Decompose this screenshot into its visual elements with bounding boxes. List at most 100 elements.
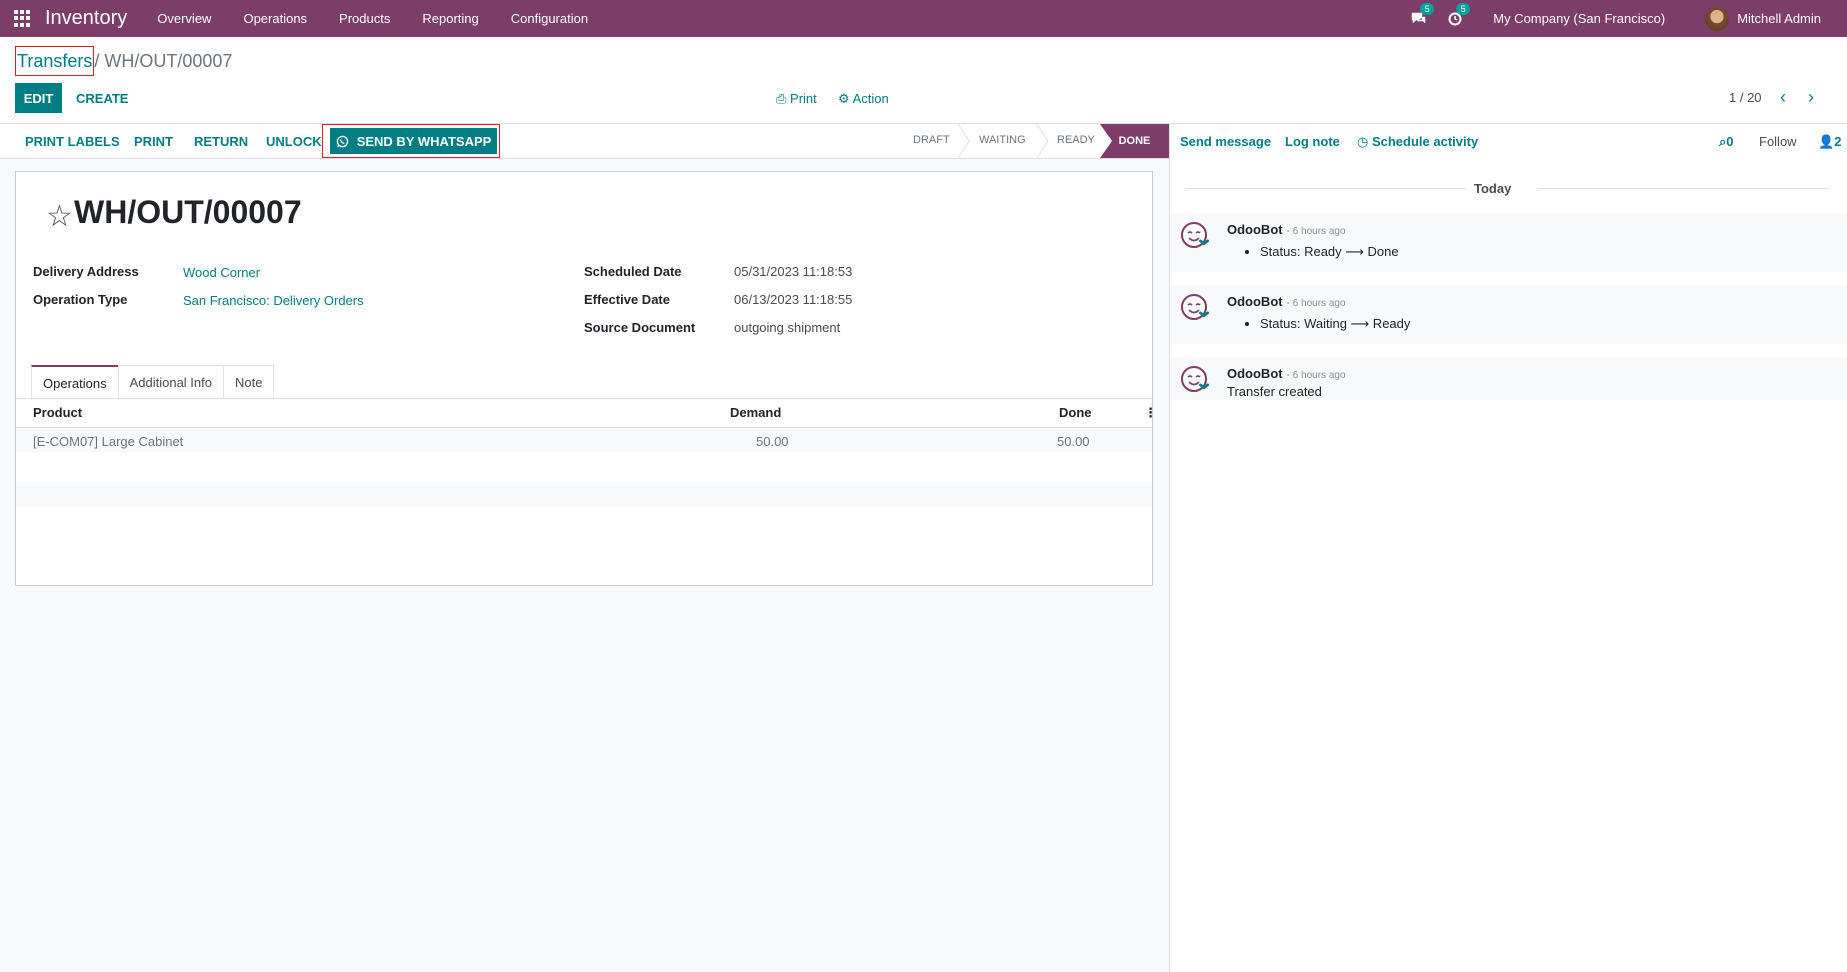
activities-button[interactable]: 5 <box>1437 0 1473 37</box>
stage-ready[interactable]: READY <box>1057 134 1095 146</box>
action-menu-label: Action <box>852 91 889 106</box>
column-done[interactable]: Done <box>1059 405 1092 420</box>
kebab-menu-icon[interactable]: ⋮ <box>1144 405 1157 421</box>
clock-icon: ◷ <box>1357 134 1369 149</box>
stage-draft[interactable]: DRAFT <box>913 134 950 146</box>
user-avatar[interactable] <box>1705 6 1730 31</box>
row-done: 50.00 <box>1057 434 1090 449</box>
print-button[interactable]: PRINT <box>134 134 173 149</box>
app-grid-icon[interactable] <box>14 9 32 28</box>
menu-reporting[interactable]: Reporting <box>406 11 494 26</box>
odoobot-avatar <box>1181 294 1210 320</box>
message-time: - 6 hours ago <box>1286 298 1346 309</box>
operation-type-label: Operation Type <box>33 292 128 307</box>
message-time: - 6 hours ago <box>1286 226 1346 237</box>
followers-button[interactable]: 👤2 <box>1818 134 1841 150</box>
form-tabs: Operations Additional Info Note <box>31 365 275 400</box>
odoobot-avatar <box>1181 366 1210 392</box>
print-menu-label: Print <box>790 91 817 106</box>
menu-overview[interactable]: Overview <box>141 11 227 26</box>
message-body: Transfer created <box>1227 384 1322 399</box>
message: OdooBot - 6 hours ago Transfer created <box>1170 358 1847 400</box>
message: OdooBot- 6 hours ago Status: Ready ⟶ Don… <box>1170 214 1847 272</box>
breadcrumb-transfers[interactable]: Transfers <box>15 46 95 76</box>
user-icon: 👤 <box>1818 134 1835 149</box>
edit-button[interactable]: EDIT <box>15 83 62 113</box>
chatter: Send message Log note ◷ Schedule activit… <box>1169 124 1847 972</box>
empty-row <box>16 482 1152 506</box>
whatsapp-icon <box>336 135 348 147</box>
attachments-count: 0 <box>1726 134 1734 149</box>
tab-note[interactable]: Note <box>223 365 275 399</box>
odoobot-avatar <box>1181 222 1210 248</box>
message: OdooBot- 6 hours ago Status: Waiting ⟶ R… <box>1170 286 1847 344</box>
effective-date-value: 06/13/2023 11:18:55 <box>734 292 853 307</box>
send-by-whatsapp-label: SEND BY WHATSAPP <box>356 133 492 149</box>
message-author: OdooBot - 6 hours ago <box>1227 366 1346 381</box>
breadcrumb-current: / WH/OUT/00007 <box>94 51 233 71</box>
navbar-systray: 5 5 My Company (San Francisco) Mitchell … <box>1401 0 1847 37</box>
unlock-button[interactable]: UNLOCK <box>266 134 322 149</box>
status-bar: PRINT LABELS PRINT RETURN UNLOCK SEND BY… <box>0 124 1169 159</box>
schedule-activity-button[interactable]: ◷ Schedule activity <box>1357 134 1478 150</box>
chevron-right-icon[interactable]: › <box>1808 87 1814 108</box>
stage-done[interactable]: DONE <box>1100 124 1169 158</box>
messages-badge: 5 <box>1420 3 1435 15</box>
date-separator: Today <box>1474 181 1512 196</box>
send-by-whatsapp-button[interactable]: SEND BY WHATSAPP <box>330 128 497 154</box>
tab-divider <box>16 398 1152 399</box>
schedule-activity-label: Schedule activity <box>1371 134 1479 149</box>
delivery-address-value[interactable]: Wood Corner <box>183 265 260 280</box>
record-title: WH/OUT/00007 <box>74 194 302 230</box>
tab-operations[interactable]: Operations <box>31 365 119 400</box>
pager-value[interactable]: 1 / 20 <box>1729 90 1762 105</box>
print-menu[interactable]: ⎙ Print <box>776 91 817 107</box>
activities-badge: 5 <box>1456 3 1471 15</box>
action-menu[interactable]: ⚙ Action <box>838 91 889 107</box>
user-menu[interactable]: Mitchell Admin <box>1737 11 1821 26</box>
star-icon[interactable]: ☆ <box>46 199 73 234</box>
tracking-value: Status: Ready ⟶ Done <box>1260 244 1399 260</box>
message-author: OdooBot - 6 hours ago <box>1227 294 1346 309</box>
tab-additional-info[interactable]: Additional Info <box>117 365 224 399</box>
follow-button[interactable]: Follow <box>1759 134 1797 149</box>
date-separator-line <box>1186 188 1466 189</box>
print-labels-button[interactable]: PRINT LABELS <box>25 134 120 149</box>
log-note-button[interactable]: Log note <box>1285 134 1340 149</box>
scheduled-date-label: Scheduled Date <box>584 264 682 279</box>
column-demand[interactable]: Demand <box>730 405 781 420</box>
gear-icon: ⚙ <box>838 91 850 106</box>
date-separator-line <box>1538 188 1828 189</box>
row-product[interactable]: [E-COM07] Large Cabinet <box>33 434 183 449</box>
stage-waiting[interactable]: WAITING <box>979 134 1026 146</box>
create-button[interactable]: CREATE <box>76 91 128 106</box>
stage-separator <box>957 124 970 158</box>
send-message-button[interactable]: Send message <box>1180 134 1271 149</box>
menu-operations[interactable]: Operations <box>227 11 323 26</box>
attachments-button[interactable]: ⌕0 <box>1719 134 1734 150</box>
menu-configuration[interactable]: Configuration <box>495 11 604 26</box>
menu-products[interactable]: Products <box>323 11 406 26</box>
message-author: OdooBot - 6 hours ago <box>1227 222 1346 237</box>
followers-count: 2 <box>1834 134 1842 149</box>
top-navbar: Inventory Overview Operations Products R… <box>0 0 1847 37</box>
table-row[interactable] <box>16 428 1152 452</box>
breadcrumb: Transfers / WH/OUT/00007 <box>15 46 233 76</box>
scheduled-date-value: 05/31/2023 11:18:53 <box>734 264 853 279</box>
chevron-left-icon[interactable]: ‹ <box>1780 87 1786 108</box>
printer-icon: ⎙ <box>776 91 787 106</box>
message-time: - 6 hours ago <box>1286 370 1346 381</box>
tracking-value: Status: Waiting ⟶ Ready <box>1260 316 1410 332</box>
control-panel: Transfers / WH/OUT/00007 EDIT CREATE ⎙ Pr… <box>0 37 1847 124</box>
source-document-value: outgoing shipment <box>734 320 841 335</box>
operation-type-value[interactable]: San Francisco: Delivery Orders <box>183 293 364 308</box>
column-product[interactable]: Product <box>33 405 82 420</box>
row-demand: 50.00 <box>756 434 789 449</box>
delivery-address-label: Delivery Address <box>33 264 139 279</box>
message-body: Status: Waiting ⟶ Ready <box>1227 316 1410 332</box>
company-switcher[interactable]: My Company (San Francisco) <box>1493 11 1665 26</box>
messaging-button[interactable]: 5 <box>1401 0 1437 37</box>
source-document-label: Source Document <box>584 320 696 335</box>
app-name[interactable]: Inventory <box>45 7 127 30</box>
return-button[interactable]: RETURN <box>194 134 248 149</box>
